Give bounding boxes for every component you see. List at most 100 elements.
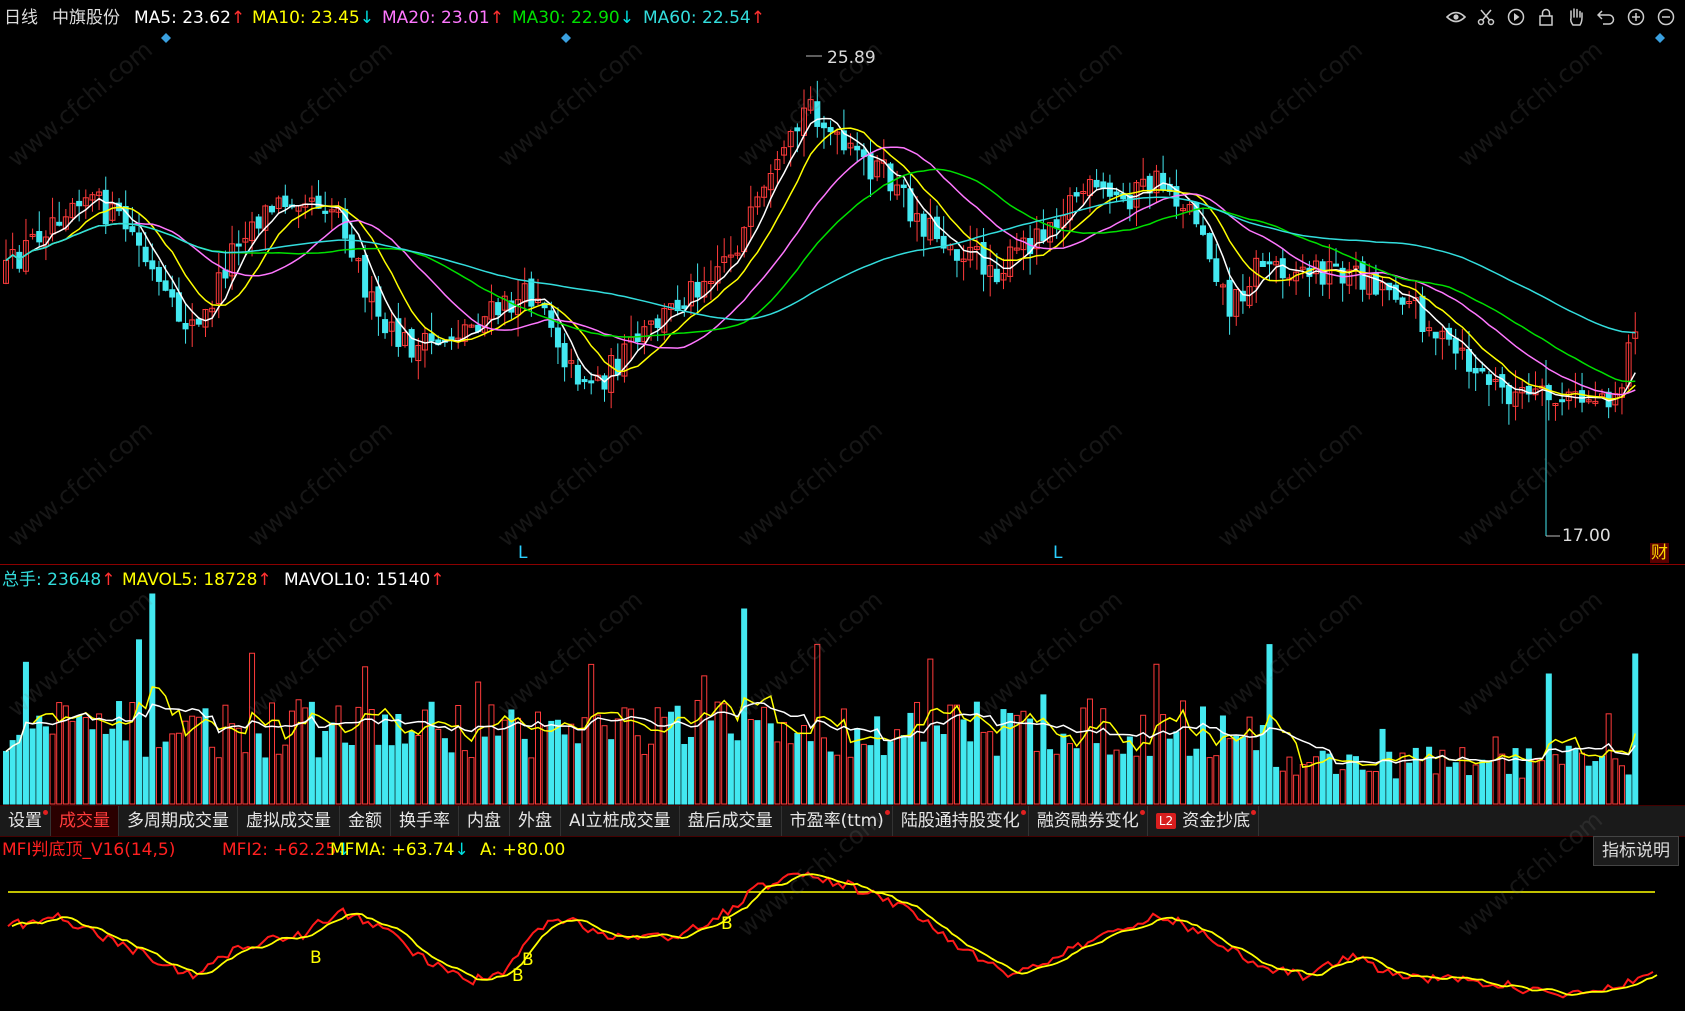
tab-10[interactable]: 市盈率(ttm) [782,806,893,836]
play-icon[interactable] [1505,6,1527,28]
tab-5[interactable]: 换手率 [391,806,459,836]
volume-bar [461,750,468,805]
volume-bar [588,663,595,805]
volume-bar [1293,774,1300,805]
eye-icon[interactable] [1445,6,1467,28]
hand-icon[interactable] [1565,6,1587,28]
volume-bar [761,706,768,805]
volume-bar [249,652,256,805]
volume-chart[interactable] [0,590,1685,805]
volume-bar [1266,644,1273,805]
candle [1299,254,1306,279]
volume-bar [1625,774,1632,805]
volume-bar [568,723,575,805]
volume-bar [1585,765,1592,805]
candle [854,132,861,162]
candle [182,303,189,344]
tab-12[interactable]: 融资融券变化 [1029,806,1148,836]
volume-bar [1505,773,1512,805]
ma20-value: MA20: 23.01↑ [382,8,504,28]
zoom-in-icon[interactable] [1625,6,1647,28]
mavol5-value: MAVOL5: 18728↑ [122,570,272,590]
tab-9[interactable]: 盘后成交量 [680,806,782,836]
scissors-icon[interactable] [1475,6,1497,28]
candle [1246,276,1253,309]
volume-bar [1080,707,1087,805]
candle [1219,282,1226,305]
tab-7[interactable]: 外盘 [510,806,561,836]
candle [495,297,502,325]
candle [1000,258,1007,290]
candle [368,276,375,320]
candle [1253,250,1260,303]
candle [1100,172,1107,199]
candle [574,358,581,391]
mfi-indicator-chart[interactable] [0,866,1685,1011]
candle [927,198,934,246]
volume-bar [1352,756,1359,805]
financial-report-badge[interactable]: 财 [1650,543,1669,563]
candle [581,376,588,390]
diamond-marker [561,33,571,43]
tab-label: 内盘 [467,811,501,831]
tab-3[interactable]: 虚拟成交量 [238,806,340,836]
tab-8[interactable]: AI立桩成交量 [561,806,680,836]
candle [501,291,508,326]
candle [235,230,242,266]
candlestick-chart[interactable] [0,30,1685,564]
volume-bar [1160,714,1167,805]
volume-bar [1113,749,1120,805]
volume-bar [614,718,621,805]
tab-1[interactable]: 成交量 [51,806,119,836]
candle [1499,366,1506,404]
period-label: 日线 [4,8,38,28]
volume-bar [322,730,329,805]
volume-bar [195,716,202,805]
volume-bar [1073,748,1080,805]
volume-bar [495,735,502,805]
candle [415,337,422,380]
volume-bar [315,757,322,805]
volume-bar [1053,753,1060,805]
tab-0[interactable]: 设置 [0,806,51,836]
volume-bar [1233,735,1240,805]
buy-signal-marker: B [310,948,322,968]
candle [1426,320,1433,337]
volume-bar [1186,755,1193,805]
undo-icon[interactable] [1595,6,1617,28]
volume-bar [1299,763,1306,805]
volume-bar [175,732,182,805]
volume-bar [687,736,694,805]
indicator-explain-button[interactable]: 指标说明 [1593,836,1679,866]
volume-bar [501,719,508,805]
volume-bar [801,725,807,805]
tab-6[interactable]: 内盘 [459,806,510,836]
tab-2[interactable]: 多周期成交量 [119,806,238,836]
volume-bar [887,741,894,805]
tab-11[interactable]: 陆股通持股变化 [893,806,1029,836]
candle [421,328,428,368]
tab-label: 外盘 [518,811,552,831]
volume-bar [721,703,728,805]
candle [322,191,329,223]
volume-bar [1326,753,1333,805]
tab-4[interactable]: 金额 [340,806,391,836]
tab-label: 盘后成交量 [687,811,773,831]
volume-bar [1259,725,1266,805]
volume-bar [1253,750,1260,805]
candle [1612,381,1619,413]
candle [1525,373,1532,403]
zoom-out-icon[interactable] [1655,6,1677,28]
volume-bar [1173,731,1180,805]
volume-bar [282,744,289,805]
mfma-value: MFMA: +63.74↓ [330,840,469,860]
indicator-tab-bar: 设置 成交量 多周期成交量 虚拟成交量 金额 换手率 内盘 外盘 AI立桩成交量 盘后成交量 市盈率… [0,805,1685,837]
volume-bar [1366,770,1373,805]
volume-bar [402,743,408,805]
candle [1067,187,1073,231]
tab-label: 设置 [8,811,42,831]
tab-13[interactable]: L2 资金抄底 [1148,806,1260,836]
lock-icon[interactable] [1535,6,1557,28]
volume-bar [1579,752,1586,805]
candle [1233,288,1240,326]
